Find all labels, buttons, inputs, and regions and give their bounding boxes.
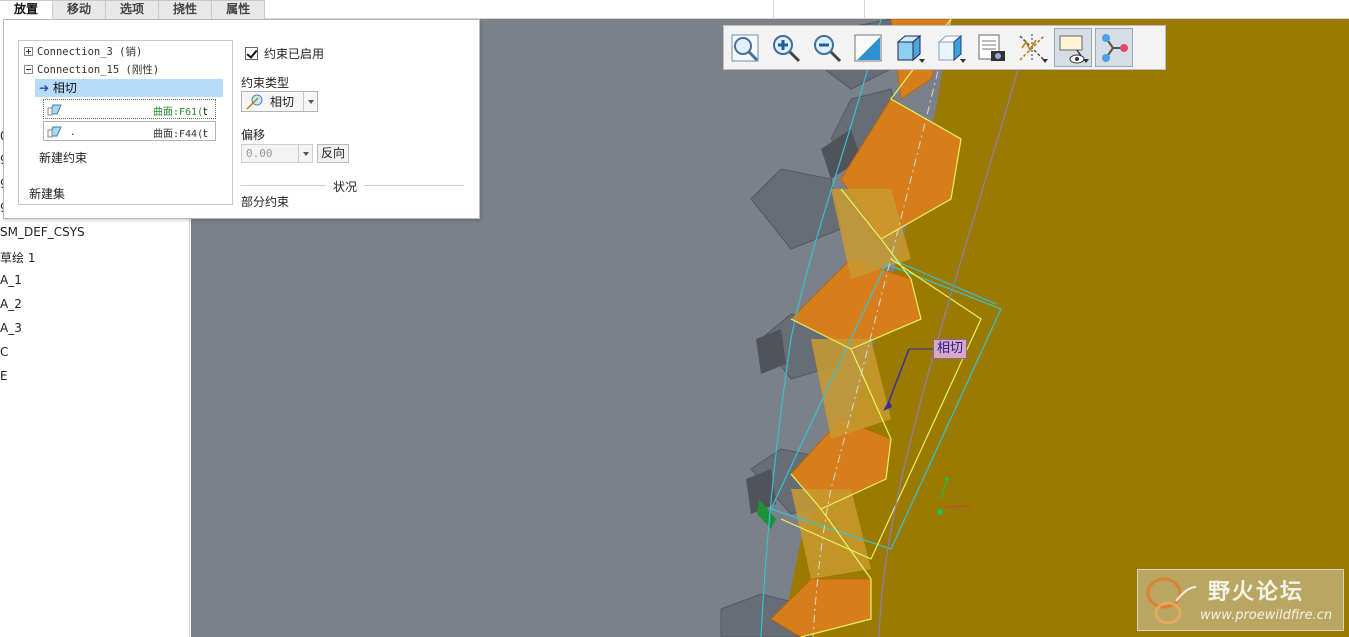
repaint-button[interactable] xyxy=(849,28,887,67)
spin-center-button[interactable] xyxy=(1095,28,1133,67)
tree-item[interactable]: C xyxy=(0,345,8,359)
tab-placement[interactable]: 放置 xyxy=(0,0,54,19)
constraint-type-select[interactable]: 相切 xyxy=(241,91,318,112)
tree-item[interactable]: A_2 xyxy=(0,297,22,311)
chevron-down-icon[interactable] xyxy=(303,92,317,111)
set-connection-3-label: Connection_3 (销) xyxy=(37,46,143,58)
tree-item[interactable]: SM_DEF_CSYS xyxy=(0,225,85,239)
tree-item[interactable]: 草绘 1 xyxy=(0,249,35,266)
application-window: 放置 移动 选项 挠性 属性 0 9 9 9 SM_DEF_CSYS 草绘 1 … xyxy=(0,0,1349,637)
constraint-enabled-label: 约束已启用 xyxy=(264,47,325,61)
watermark-url: www.proewildfire.cn xyxy=(1200,608,1333,623)
zoom-in-button[interactable] xyxy=(767,28,805,67)
spin-center-icon xyxy=(1102,33,1128,62)
tab-flexibility[interactable]: 挠性 xyxy=(159,0,213,19)
tabbar-divider xyxy=(864,0,865,19)
constraint-sets-list[interactable]: Connection_3 (销) Connection_15 (刚性) ➔ 相切… xyxy=(18,40,233,205)
datum-display-button[interactable] xyxy=(1013,28,1051,67)
arrow-right-icon: ➔ xyxy=(39,81,50,95)
tree-item[interactable]: A_3 xyxy=(0,321,22,335)
status-heading: 状况 xyxy=(333,180,358,194)
offset-value: 0.00 xyxy=(246,147,273,160)
status-divider xyxy=(241,185,326,186)
butterfly-logo-icon xyxy=(1146,577,1197,625)
annotation-display-button[interactable] xyxy=(1054,28,1092,67)
zoom-out-button[interactable] xyxy=(808,28,846,67)
surface-icon xyxy=(47,104,62,116)
zoom-out-icon xyxy=(814,34,842,62)
constraint-enabled-checkbox[interactable]: 约束已启用 xyxy=(245,45,324,62)
offset-input[interactable]: 0.00 xyxy=(241,144,313,163)
dashboard-tab-bar: 放置 移动 选项 挠性 属性 xyxy=(0,0,1349,19)
placement-panel: Connection_3 (销) Connection_15 (刚性) ➔ 相切… xyxy=(3,19,480,219)
offset-label: 偏移 xyxy=(241,128,266,142)
zoom-in-icon xyxy=(773,34,801,62)
view-manager-icon xyxy=(978,34,1005,61)
surface-icon xyxy=(47,126,62,138)
tree-item[interactable]: E xyxy=(0,369,8,383)
refit-icon xyxy=(731,34,759,61)
new-constraint-link[interactable]: 新建约束 xyxy=(39,149,87,166)
status-value: 部分约束 xyxy=(241,195,290,209)
status-divider xyxy=(364,185,464,186)
set-connection-15[interactable]: Connection_15 (刚性) xyxy=(24,62,159,77)
set-connection-15-label: Connection_15 (刚性) xyxy=(37,64,160,76)
tabbar-divider xyxy=(773,0,774,19)
tree-item[interactable]: A_1 xyxy=(0,273,22,287)
repaint-icon xyxy=(854,34,882,61)
constraint-item-label: 相切 xyxy=(52,81,77,95)
checkbox-checked-icon[interactable] xyxy=(245,47,258,60)
constraint-type-label: 约束类型 xyxy=(241,76,290,90)
constraint-tag-tangent[interactable]: 相切 xyxy=(933,339,968,359)
watermark-title: 野火论坛 xyxy=(1208,580,1305,605)
new-set-link[interactable]: 新建集 xyxy=(29,185,65,202)
reference-collector-1[interactable]: 曲面:F61(t xyxy=(43,99,216,119)
chevron-down-icon[interactable] xyxy=(298,145,312,162)
tab-properties[interactable]: 属性 xyxy=(212,0,266,19)
tab-options[interactable]: 选项 xyxy=(106,0,160,19)
collapse-icon[interactable] xyxy=(24,65,33,74)
reference-collector-2[interactable]: . 曲面:F44(t xyxy=(43,121,216,141)
expand-icon[interactable] xyxy=(24,47,33,56)
tangent-constraint-icon xyxy=(246,94,263,110)
view-toolbar xyxy=(723,25,1166,70)
view-manager-button[interactable] xyxy=(972,28,1010,67)
constraint-item-tangent[interactable]: ➔ 相切 xyxy=(35,79,223,97)
constraint-type-value: 相切 xyxy=(270,95,295,109)
forum-watermark: 野火论坛 www.proewildfire.cn xyxy=(1137,569,1344,631)
display-style-button[interactable] xyxy=(890,28,928,67)
flip-button[interactable]: 反向 xyxy=(317,144,350,163)
reference-2-label: 曲面:F44( xyxy=(153,129,204,140)
refit-button[interactable] xyxy=(726,28,764,67)
reference-1-label: 曲面:F61( xyxy=(153,107,204,118)
saved-orientations-button[interactable] xyxy=(931,28,969,67)
set-connection-3[interactable]: Connection_3 (销) xyxy=(24,44,142,59)
tab-move[interactable]: 移动 xyxy=(53,0,107,19)
